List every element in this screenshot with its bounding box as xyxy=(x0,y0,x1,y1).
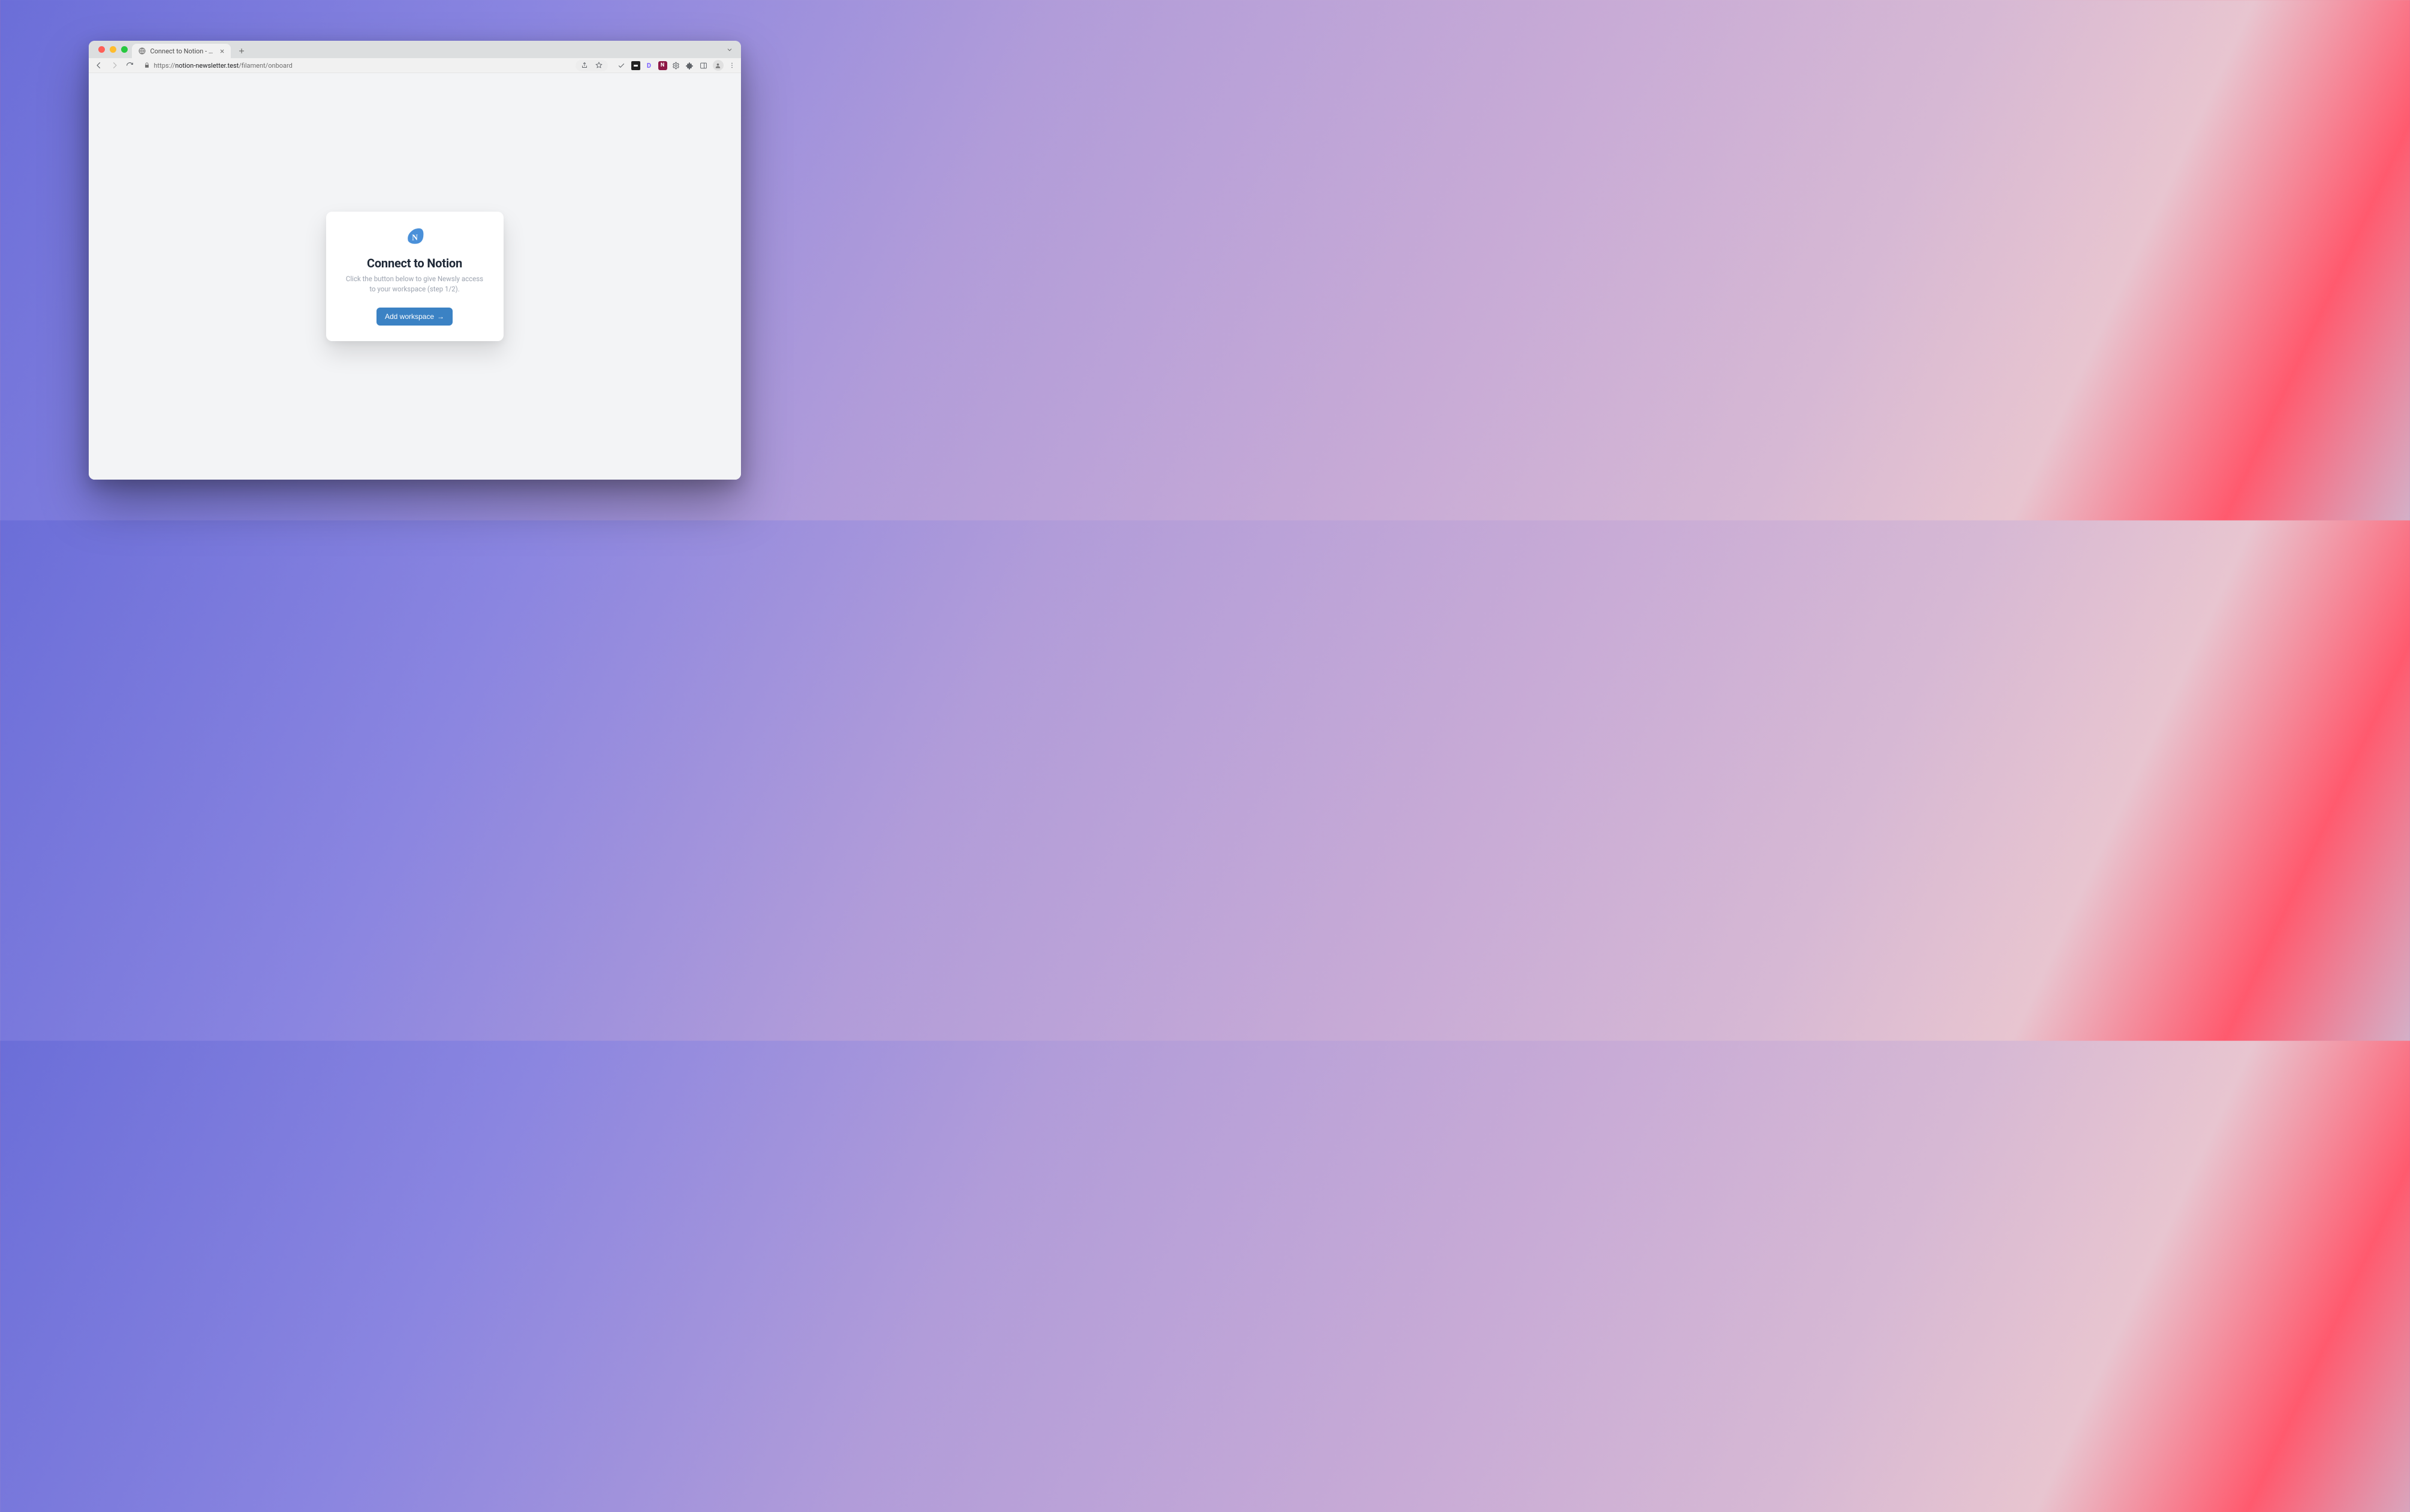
window-close-button[interactable] xyxy=(98,46,105,53)
url-scheme: https:// xyxy=(154,62,176,70)
card-subtext: Click the button below to give Newsly ac… xyxy=(339,274,490,294)
url-text: https://notion-newsletter.test/filament/… xyxy=(154,62,293,70)
extension-icon-2[interactable] xyxy=(631,61,640,70)
extension-icon-1[interactable] xyxy=(616,60,627,71)
add-workspace-button[interactable]: Add workspace → xyxy=(376,308,453,326)
cta-label: Add workspace xyxy=(385,312,434,321)
nav-back-button[interactable] xyxy=(94,60,104,71)
window-controls xyxy=(96,46,130,53)
tab-title: Connect to Notion - Newsly xyxy=(150,47,215,55)
side-panel-icon[interactable] xyxy=(699,61,709,70)
onboarding-card: N Connect to Notion Click the button bel… xyxy=(326,212,504,341)
window-maximize-button[interactable] xyxy=(121,46,128,53)
browser-window: Connect to Notion - Newsly https:/ xyxy=(89,41,741,480)
new-tab-button[interactable] xyxy=(234,44,249,58)
chevron-down-icon[interactable] xyxy=(725,46,734,54)
svg-text:N: N xyxy=(412,233,418,242)
browser-tab[interactable]: Connect to Notion - Newsly xyxy=(132,44,231,58)
toolbar-right: D N xyxy=(616,60,736,71)
tab-strip: Connect to Notion - Newsly xyxy=(89,41,741,58)
page-content: N Connect to Notion Click the button bel… xyxy=(89,73,741,480)
gear-icon[interactable] xyxy=(671,61,681,70)
browser-toolbar: https://notion-newsletter.test/filament/… xyxy=(89,58,741,73)
globe-icon xyxy=(138,47,146,55)
url-host: notion-newsletter.test xyxy=(175,62,239,70)
close-icon[interactable] xyxy=(219,47,226,55)
action-pill xyxy=(576,60,608,71)
address-bar[interactable]: https://notion-newsletter.test/filament/… xyxy=(140,60,571,71)
profile-avatar[interactable] xyxy=(713,60,724,71)
extensions-puzzle-icon[interactable] xyxy=(685,61,695,70)
window-minimize-button[interactable] xyxy=(110,46,116,53)
url-path: /filament/onboard xyxy=(239,62,293,70)
card-heading: Connect to Notion xyxy=(367,256,462,270)
share-icon[interactable] xyxy=(579,60,590,71)
nav-forward-button[interactable] xyxy=(109,60,120,71)
arrow-right-icon: → xyxy=(437,312,444,321)
bookmark-star-icon[interactable] xyxy=(594,60,604,71)
lock-icon xyxy=(144,62,150,69)
browser-menu-button[interactable] xyxy=(728,62,736,69)
reload-button[interactable] xyxy=(125,60,135,71)
app-logo: N xyxy=(405,227,424,245)
extension-icon-d[interactable]: D xyxy=(644,61,654,70)
extension-icon-n[interactable]: N xyxy=(658,61,667,70)
